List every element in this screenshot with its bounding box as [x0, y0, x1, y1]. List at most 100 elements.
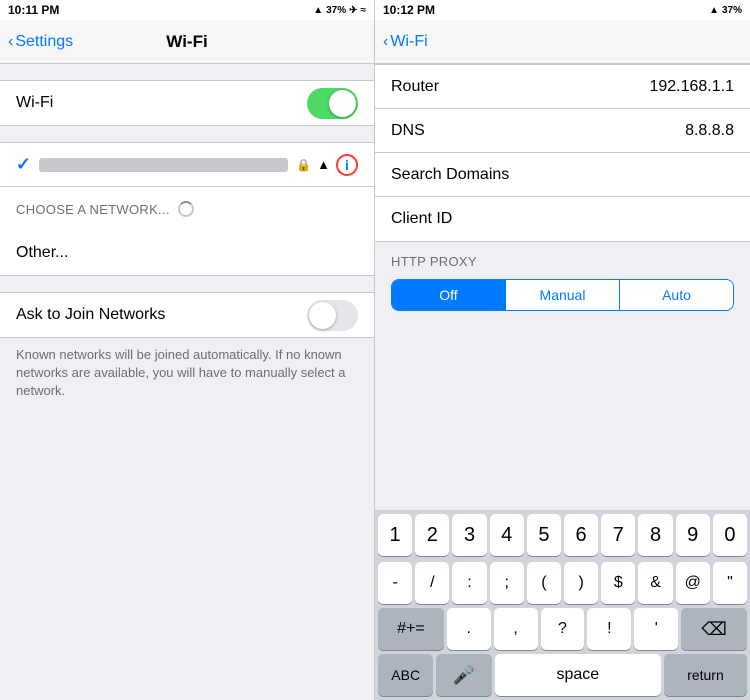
left-status-icons: ▲ 37% ✈ ≈ [313, 5, 366, 16]
left-nav-title: Wi-Fi [166, 32, 207, 52]
proxy-off-button[interactable]: Off [392, 280, 506, 310]
key-at[interactable]: @ [676, 562, 710, 604]
right-battery-pct: 37% [722, 5, 742, 16]
delete-key[interactable]: ⌫ [681, 608, 747, 650]
key-2[interactable]: 2 [415, 514, 449, 556]
proxy-auto-button[interactable]: Auto [620, 280, 733, 310]
key-8[interactable]: 8 [638, 514, 672, 556]
connected-network-row[interactable]: ✓ 🔒 ▲ i [0, 143, 374, 187]
right-panel: 10:12 PM ▲ 37% ‹ Wi-Fi Router 192.168.1.… [375, 0, 750, 700]
dns-label: DNS [391, 122, 685, 140]
network-info-section: Router 192.168.1.1 DNS 8.8.8.8 Search Do… [375, 64, 750, 242]
left-panel: 10:11 PM ▲ 37% ✈ ≈ ‹ Settings Wi-Fi Wi-F… [0, 0, 375, 700]
key-comma[interactable]: , [494, 608, 538, 650]
key-question[interactable]: ? [541, 608, 585, 650]
search-domains-row[interactable]: Search Domains [375, 153, 750, 197]
key-symbols-toggle[interactable]: #+= [378, 608, 444, 650]
key-quote[interactable]: " [713, 562, 747, 604]
client-id-row[interactable]: Client ID [375, 197, 750, 241]
key-dollar[interactable]: $ [601, 562, 635, 604]
http-proxy-label: HTTP PROXY [391, 254, 477, 269]
key-0[interactable]: 0 [713, 514, 747, 556]
router-label: Router [391, 78, 649, 96]
http-proxy-header: HTTP PROXY [375, 242, 750, 273]
router-row: Router 192.168.1.1 [375, 65, 750, 109]
chevron-left-icon: ‹ [8, 33, 13, 51]
ask-join-label: Ask to Join Networks [16, 306, 307, 324]
network-name-blur [39, 158, 288, 172]
loading-spinner [178, 201, 194, 217]
lock-icon: 🔒 [296, 158, 311, 172]
battery-pct: 37% [326, 5, 346, 16]
key-1[interactable]: 1 [378, 514, 412, 556]
key-colon[interactable]: : [452, 562, 486, 604]
key-apostrophe[interactable]: ' [634, 608, 678, 650]
ask-join-toggle[interactable] [307, 300, 358, 331]
wifi-back-label: Wi-Fi [390, 33, 427, 51]
wifi-label: Wi-Fi [16, 94, 307, 112]
settings-back-label: Settings [15, 33, 73, 51]
proxy-segmented-control[interactable]: Off Manual Auto [391, 279, 734, 311]
location-icon: ▲ [313, 5, 323, 16]
proxy-auto-label: Auto [662, 287, 691, 303]
right-chevron-left-icon: ‹ [383, 33, 388, 51]
keyboard-bottom-row: ABC 🎤 space return [375, 652, 750, 700]
ask-join-section: Ask to Join Networks Known networks will… [0, 292, 374, 409]
proxy-manual-label: Manual [540, 287, 586, 303]
key-mic[interactable]: 🎤 [436, 654, 491, 696]
key-4[interactable]: 4 [490, 514, 524, 556]
key-slash[interactable]: / [415, 562, 449, 604]
key-dash[interactable]: - [378, 562, 412, 604]
key-return[interactable]: return [664, 654, 747, 696]
key-period[interactable]: . [447, 608, 491, 650]
key-abc[interactable]: ABC [378, 654, 433, 696]
settings-back-button[interactable]: ‹ Settings [8, 33, 73, 51]
key-close-paren[interactable]: ) [564, 562, 598, 604]
wifi-toggle[interactable] [307, 88, 358, 119]
other-label: Other... [16, 244, 68, 262]
proxy-off-label: Off [439, 287, 457, 303]
search-domains-label: Search Domains [391, 166, 734, 184]
right-status-bar: 10:12 PM ▲ 37% [375, 0, 750, 20]
keyboard-number-row: 1 2 3 4 5 6 7 8 9 0 [375, 510, 750, 558]
key-3[interactable]: 3 [452, 514, 486, 556]
proxy-manual-button[interactable]: Manual [506, 280, 620, 310]
network-info-table: Router 192.168.1.1 DNS 8.8.8.8 Search Do… [375, 64, 750, 242]
keyboard: 1 2 3 4 5 6 7 8 9 0 - / : ; ( ) $ & @ " … [375, 510, 750, 700]
dns-value: 8.8.8.8 [685, 122, 734, 140]
info-button[interactable]: i [336, 154, 358, 176]
right-nav-bar: ‹ Wi-Fi [375, 20, 750, 64]
left-time: 10:11 PM [8, 3, 59, 17]
key-ampersand[interactable]: & [638, 562, 672, 604]
right-location-icon: ▲ [709, 5, 719, 16]
wifi-toggle-row[interactable]: Wi-Fi [0, 81, 374, 125]
key-exclamation[interactable]: ! [587, 608, 631, 650]
router-value: 192.168.1.1 [649, 78, 734, 96]
left-status-bar: 10:11 PM ▲ 37% ✈ ≈ [0, 0, 374, 20]
checkmark-icon: ✓ [16, 154, 31, 175]
key-5[interactable]: 5 [527, 514, 561, 556]
key-space[interactable]: space [495, 654, 661, 696]
ask-join-description: Known networks will be joined automatica… [0, 338, 374, 409]
wifi-back-button[interactable]: ‹ Wi-Fi [383, 33, 428, 51]
choose-network-row: CHOOSE A NETWORK... [0, 187, 374, 231]
keyboard-symbol-row2: #+= . , ? ! ' ⌫ [375, 606, 750, 652]
other-network-row[interactable]: Other... [0, 231, 374, 275]
network-row-icons: 🔒 ▲ i [296, 154, 358, 176]
key-open-paren[interactable]: ( [527, 562, 561, 604]
wifi-toggle-group: Wi-Fi [0, 80, 374, 126]
wifi-status-icon: ≈ [361, 5, 367, 16]
wifi-signal-icon: ▲ [317, 157, 330, 172]
ask-join-row[interactable]: Ask to Join Networks [0, 293, 374, 337]
key-7[interactable]: 7 [601, 514, 635, 556]
key-semicolon[interactable]: ; [490, 562, 524, 604]
right-status-icons: ▲ 37% [709, 5, 742, 16]
microphone-icon: 🎤 [453, 665, 475, 686]
keyboard-symbol-row1: - / : ; ( ) $ & @ " [375, 558, 750, 606]
info-icon: i [345, 157, 349, 173]
key-9[interactable]: 9 [676, 514, 710, 556]
airplane-icon: ✈ [349, 5, 357, 16]
dns-row[interactable]: DNS 8.8.8.8 [375, 109, 750, 153]
left-nav-bar: ‹ Settings Wi-Fi [0, 20, 374, 64]
key-6[interactable]: 6 [564, 514, 598, 556]
